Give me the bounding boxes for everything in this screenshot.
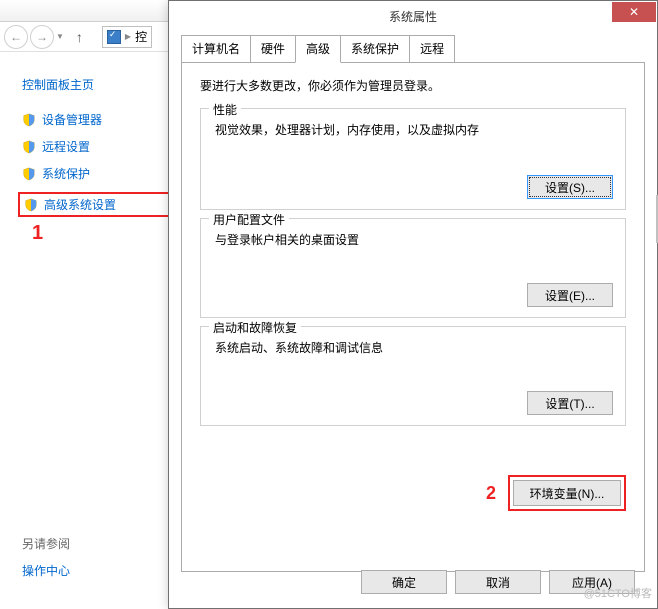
- fieldset-legend: 启动和故障恢复: [209, 319, 301, 336]
- sidebar-item-system-protection[interactable]: 系统保护: [22, 165, 170, 182]
- annotation-2: 2: [486, 483, 496, 504]
- tab-advanced[interactable]: 高级: [295, 35, 341, 63]
- fieldset-desc: 视觉效果，处理器计划，内存使用，以及虚拟内存: [215, 121, 611, 138]
- see-also-title: 另请参阅: [22, 535, 70, 552]
- nav-back-button[interactable]: ←: [4, 25, 28, 49]
- dialog-titlebar[interactable]: 系统属性 ✕: [169, 1, 657, 31]
- sidebar-item-label: 设备管理器: [42, 111, 102, 128]
- shield-icon: [22, 140, 36, 154]
- fieldset-legend: 用户配置文件: [209, 211, 289, 228]
- profiles-settings-button[interactable]: 设置(E)...: [527, 283, 613, 307]
- annotation-1: 1: [32, 222, 43, 245]
- fieldset-legend: 性能: [209, 101, 241, 118]
- shield-icon: [22, 167, 36, 181]
- close-icon: ✕: [629, 5, 639, 19]
- cancel-button[interactable]: 取消: [455, 570, 541, 594]
- address-bar[interactable]: ▶ 控: [102, 26, 152, 48]
- environment-variables-button[interactable]: 环境变量(N)...: [513, 480, 621, 506]
- sidebar: 控制面板主页 设备管理器 远程设置 系统保护 高级系统设置: [0, 52, 170, 227]
- watermark: @51CTO博客: [584, 585, 652, 601]
- performance-settings-button[interactable]: 设置(S)...: [527, 175, 613, 199]
- nav-up-button[interactable]: ↑: [76, 29, 96, 45]
- sidebar-item-label: 高级系统设置: [44, 196, 116, 213]
- sidebar-item-label: 系统保护: [42, 165, 90, 182]
- close-button[interactable]: ✕: [612, 2, 656, 22]
- fieldset-desc: 与登录帐户相关的桌面设置: [215, 231, 611, 248]
- tab-content-advanced: 要进行大多数更改，你必须作为管理员登录。 性能 视觉效果，处理器计划，内存使用，…: [181, 62, 645, 572]
- shield-icon: [24, 198, 38, 212]
- shield-icon: [22, 113, 36, 127]
- sidebar-item-label: 远程设置: [42, 138, 90, 155]
- nav-history-dropdown[interactable]: ▼: [56, 32, 64, 41]
- tab-computer-name[interactable]: 计算机名: [181, 35, 251, 62]
- sidebar-title[interactable]: 控制面板主页: [22, 76, 170, 93]
- env-var-row: 2 环境变量(N)...: [486, 475, 626, 511]
- sidebar-item-advanced-settings[interactable]: 高级系统设置: [18, 192, 170, 217]
- breadcrumb-separator-icon: ▶: [125, 32, 131, 41]
- nav-forward-button[interactable]: →: [30, 25, 54, 49]
- system-properties-dialog: 系统属性 ✕ 计算机名 硬件 高级 系统保护 远程 要进行大多数更改，你必须作为…: [168, 0, 658, 609]
- tab-system-protection[interactable]: 系统保护: [340, 35, 410, 62]
- fieldset-startup-recovery: 启动和故障恢复 系统启动、系统故障和调试信息 设置(T)...: [200, 326, 626, 426]
- fieldset-user-profiles: 用户配置文件 与登录帐户相关的桌面设置 设置(E)...: [200, 218, 626, 318]
- sidebar-item-remote-settings[interactable]: 远程设置: [22, 138, 170, 155]
- fieldset-performance: 性能 视觉效果，处理器计划，内存使用，以及虚拟内存 设置(S)...: [200, 108, 626, 210]
- tab-hardware[interactable]: 硬件: [250, 35, 296, 62]
- admin-notice: 要进行大多数更改，你必须作为管理员登录。: [200, 77, 626, 94]
- highlight-box-2: 环境变量(N)...: [508, 475, 626, 511]
- control-panel-icon: [107, 30, 121, 44]
- tab-remote[interactable]: 远程: [409, 35, 455, 62]
- see-also-section: 另请参阅 操作中心: [22, 535, 70, 587]
- startup-settings-button[interactable]: 设置(T)...: [527, 391, 613, 415]
- ok-button[interactable]: 确定: [361, 570, 447, 594]
- address-text: 控: [135, 28, 147, 45]
- sidebar-item-device-manager[interactable]: 设备管理器: [22, 111, 170, 128]
- dialog-title: 系统属性: [169, 8, 657, 25]
- fieldset-desc: 系统启动、系统故障和调试信息: [215, 339, 611, 356]
- dialog-tabs: 计算机名 硬件 高级 系统保护 远程: [181, 35, 645, 62]
- see-also-item-action-center[interactable]: 操作中心: [22, 562, 70, 579]
